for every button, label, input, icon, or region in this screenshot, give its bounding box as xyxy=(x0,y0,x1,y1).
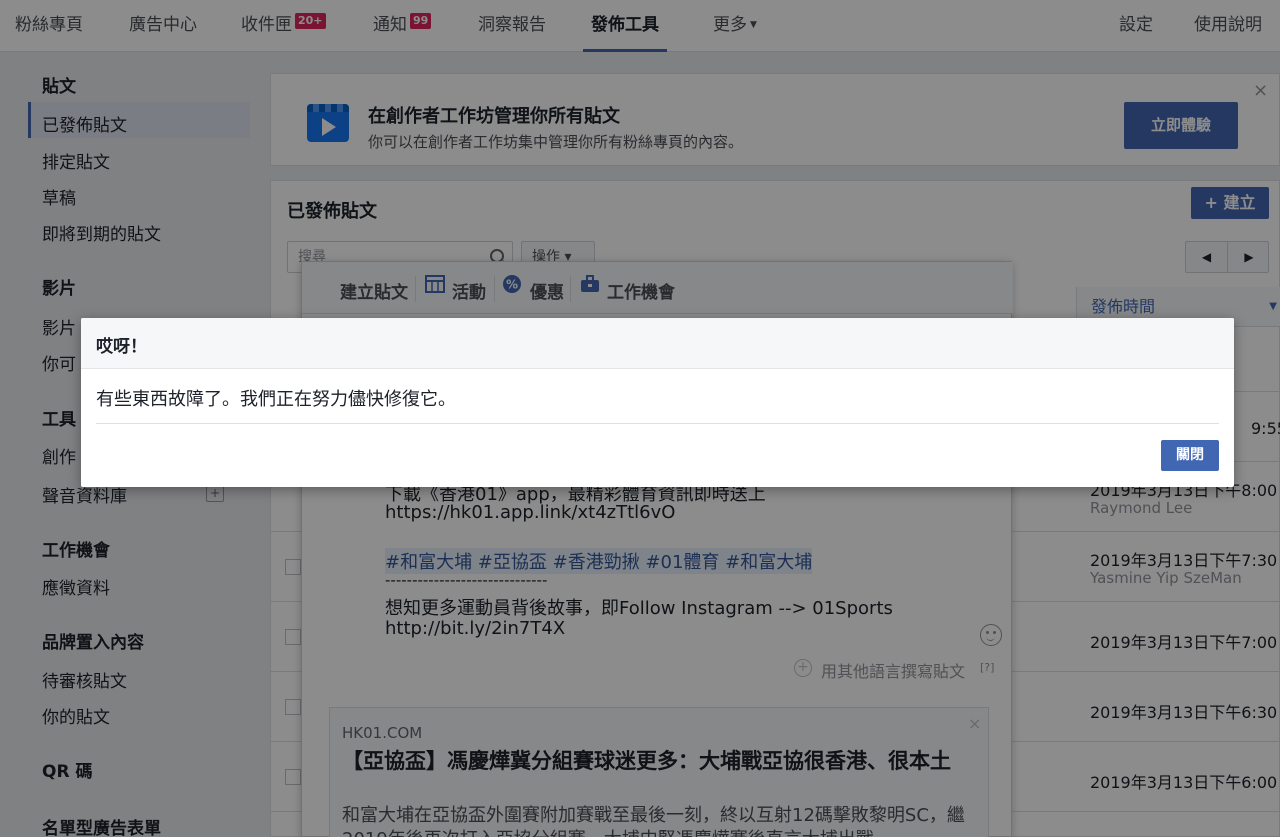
dialog-divider xyxy=(96,423,1219,424)
dialog-header: 哎呀！ xyxy=(81,318,1234,369)
close-button[interactable]: 關閉 xyxy=(1161,440,1219,471)
dialog-message: 有些東西故障了。我們正在努力儘快修復它。 xyxy=(96,389,456,410)
error-dialog: 哎呀！ 有些東西故障了。我們正在努力儘快修復它。 關閉 xyxy=(81,318,1234,487)
dialog-title: 哎呀！ xyxy=(96,337,147,357)
